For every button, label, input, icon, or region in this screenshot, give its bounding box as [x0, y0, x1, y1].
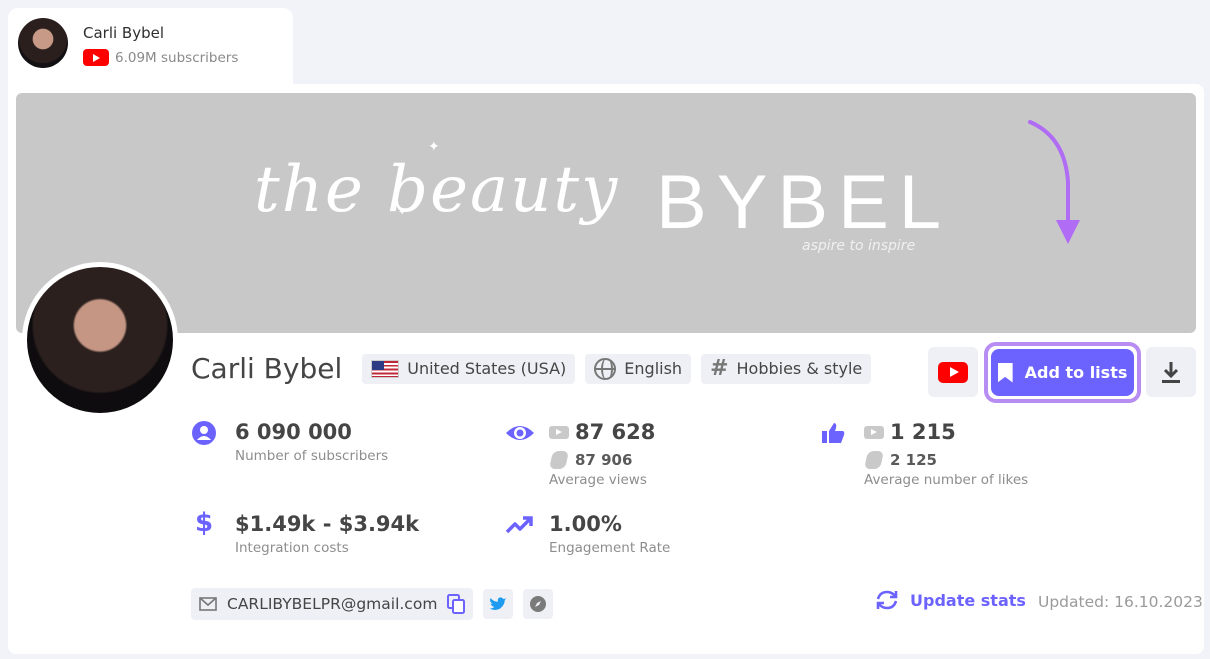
youtube-video-icon: [549, 425, 569, 439]
banner-bold-text: BYBEL: [656, 160, 952, 245]
contact-row: CARLIBYBELPR@gmail.com: [191, 588, 554, 620]
engagement-value: 1.00%: [549, 512, 622, 536]
language-chip: English: [585, 353, 692, 384]
email-chip: CARLIBYBELPR@gmail.com: [191, 588, 474, 620]
youtube-shorts-icon: [864, 451, 884, 469]
youtube-icon: [83, 49, 109, 66]
youtube-video-icon: [864, 425, 884, 439]
youtube-shorts-icon: [549, 451, 569, 469]
annotation-arrow-icon: [1028, 120, 1080, 244]
channel-avatar-large: [22, 262, 178, 418]
views-label: Average views: [549, 472, 647, 488]
sparkle-icon: ✦: [398, 207, 407, 218]
category-chip: # Hobbies & style: [701, 353, 872, 384]
bookmark-icon: [997, 362, 1013, 383]
subscriber-count-text: 6.09M subscribers: [115, 49, 239, 66]
country-chip: United States (USA): [362, 353, 576, 384]
views-value: 87 628: [575, 420, 656, 444]
stat-costs: $ $1.49k - $3.94k Integration costs: [191, 508, 471, 562]
website-link-button[interactable]: [523, 589, 554, 619]
views-shorts-line: 87 906: [549, 451, 632, 469]
stat-subscribers: 6 090 000 Number of subscribers: [191, 420, 451, 470]
hashtag-icon: #: [710, 356, 729, 381]
stat-likes: 1 215 2 125 Average number of likes: [820, 420, 1080, 490]
banner-script-text: the beauty: [254, 153, 620, 227]
subscribers-label: Number of subscribers: [235, 448, 389, 464]
add-to-lists-highlight: Add to lists: [984, 342, 1141, 403]
email-address[interactable]: CARLIBYBELPR@gmail.com: [227, 595, 437, 613]
costs-value: $1.49k - $3.94k: [235, 512, 420, 536]
add-to-lists-label: Add to lists: [1024, 363, 1128, 382]
likes-label: Average number of likes: [864, 472, 1029, 488]
channel-tab[interactable]: Carli Bybel 6.09M subscribers: [8, 8, 293, 92]
profile-header: Carli Bybel United States (USA) English …: [191, 352, 872, 385]
likes-shorts-value: 2 125: [890, 451, 937, 469]
channel-tab-subscribers: 6.09M subscribers: [83, 49, 238, 66]
engagement-label: Engagement Rate: [549, 540, 671, 556]
subscribers-value: 6 090 000: [235, 420, 352, 444]
mail-icon: [199, 597, 217, 611]
us-flag-icon: [371, 359, 400, 378]
stat-engagement: 1.00% Engagement Rate: [505, 512, 765, 562]
open-youtube-button[interactable]: [928, 347, 978, 397]
banner-tagline: aspire to inspire: [802, 238, 916, 254]
language-label: English: [624, 359, 683, 378]
country-label: United States (USA): [407, 359, 567, 378]
update-stats-button[interactable]: Update stats: [874, 589, 1026, 611]
likes-value: 1 215: [890, 420, 956, 444]
category-label: Hobbies & style: [736, 359, 863, 378]
youtube-icon: [938, 361, 968, 383]
thumbs-up-icon: [822, 423, 845, 443]
trending-up-icon: [505, 516, 533, 534]
refresh-icon: [876, 590, 898, 610]
costs-label: Integration costs: [235, 540, 349, 556]
globe-icon: [594, 357, 617, 380]
compass-icon: [530, 596, 547, 612]
channel-tab-name: Carli Bybel: [83, 24, 165, 42]
likes-video-line: 1 215: [864, 420, 956, 444]
copy-icon[interactable]: [447, 594, 466, 614]
twitter-link-button[interactable]: [483, 589, 514, 619]
profile-name: Carli Bybel: [191, 352, 343, 385]
sparkle-icon: ✦: [428, 139, 440, 155]
download-icon: [1162, 362, 1180, 383]
eye-icon: [506, 426, 534, 440]
stat-views: 87 628 87 906 Average views: [505, 420, 765, 490]
channel-avatar-small: [18, 18, 68, 68]
views-shorts-value: 87 906: [575, 451, 633, 469]
dollar-icon: $: [195, 508, 214, 538]
twitter-icon: [490, 597, 507, 610]
user-circle-icon: [192, 421, 216, 445]
likes-shorts-line: 2 125: [864, 451, 937, 469]
updated-date: Updated: 16.10.2023: [1038, 593, 1203, 611]
update-stats-label: Update stats: [910, 590, 1026, 610]
add-to-lists-button[interactable]: Add to lists: [991, 349, 1134, 396]
views-video-line: 87 628: [549, 420, 655, 444]
download-button[interactable]: [1146, 347, 1196, 397]
